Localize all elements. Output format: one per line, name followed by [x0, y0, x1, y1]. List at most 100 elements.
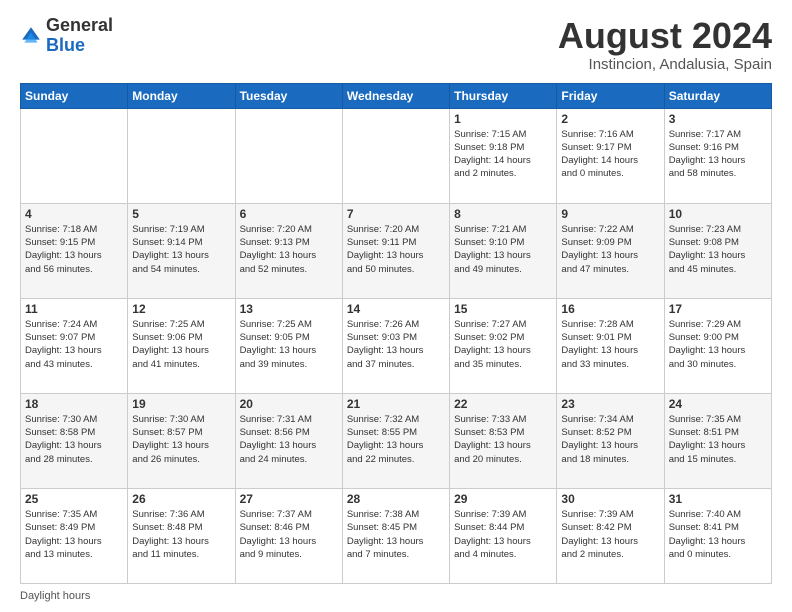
title-block: August 2024 Instincion, Andalusia, Spain [558, 16, 772, 73]
table-row [342, 108, 449, 203]
day-number: 5 [132, 207, 230, 221]
day-info: Sunrise: 7:38 AM Sunset: 8:45 PM Dayligh… [347, 508, 445, 561]
day-info: Sunrise: 7:26 AM Sunset: 9:03 PM Dayligh… [347, 318, 445, 371]
table-row: 20 Sunrise: 7:31 AM Sunset: 8:56 PM Dayli… [235, 393, 342, 488]
logo-general-text: General [46, 15, 113, 35]
day-info: Sunrise: 7:39 AM Sunset: 8:44 PM Dayligh… [454, 508, 552, 561]
day-number: 27 [240, 492, 338, 506]
col-thursday: Thursday [450, 83, 557, 108]
col-monday: Monday [128, 83, 235, 108]
table-row: 13Sunrise: 7:25 AM Sunset: 9:05 PM Dayli… [235, 298, 342, 393]
day-number: 21 [347, 397, 445, 411]
calendar-header-row: Sunday Monday Tuesday Wednesday Thursday… [21, 83, 772, 108]
day-info: Sunrise: 7:25 AM Sunset: 9:06 PM Dayligh… [132, 318, 230, 371]
calendar-table: Sunday Monday Tuesday Wednesday Thursday… [20, 83, 772, 584]
day-info: Sunrise: 7:20 AM Sunset: 9:11 PM Dayligh… [347, 223, 445, 276]
table-row: 28 Sunrise: 7:38 AM Sunset: 8:45 PM Dayli… [342, 488, 449, 583]
day-info: Sunrise: 7:31 AM Sunset: 8:56 PM Dayligh… [240, 413, 338, 466]
day-info: Sunrise: 7:20 AM Sunset: 9:13 PM Dayligh… [240, 223, 338, 276]
table-row: 24 Sunrise: 7:35 AM Sunset: 8:51 PM Dayli… [664, 393, 771, 488]
table-row: 23Sunrise: 7:34 AM Sunset: 8:52 PM Dayli… [557, 393, 664, 488]
footer: Daylight hours [20, 590, 772, 602]
table-row: 29Sunrise: 7:39 AM Sunset: 8:44 PM Dayli… [450, 488, 557, 583]
calendar-title: August 2024 [558, 16, 772, 56]
table-row: 27 Sunrise: 7:37 AM Sunset: 8:46 PM Dayli… [235, 488, 342, 583]
day-info: Sunrise: 7:19 AM Sunset: 9:14 PM Dayligh… [132, 223, 230, 276]
calendar-week-row: 4 Sunrise: 7:18 AM Sunset: 9:15 PM Daylig… [21, 203, 772, 298]
table-row: 26Sunrise: 7:36 AM Sunset: 8:48 PM Dayli… [128, 488, 235, 583]
day-number: 28 [347, 492, 445, 506]
day-info: Sunrise: 7:37 AM Sunset: 8:46 PM Dayligh… [240, 508, 338, 561]
day-number: 4 [25, 207, 123, 221]
day-number: 6 [240, 207, 338, 221]
calendar-week-row: 25Sunrise: 7:35 AM Sunset: 8:49 PM Dayli… [21, 488, 772, 583]
table-row: 11 Sunrise: 7:24 AM Sunset: 9:07 PM Dayli… [21, 298, 128, 393]
day-number: 20 [240, 397, 338, 411]
day-info: Sunrise: 7:27 AM Sunset: 9:02 PM Dayligh… [454, 318, 552, 371]
table-row: 3 Sunrise: 7:17 AM Sunset: 9:16 PM Daylig… [664, 108, 771, 203]
day-info: Sunrise: 7:17 AM Sunset: 9:16 PM Dayligh… [669, 128, 767, 181]
table-row: 6 Sunrise: 7:20 AM Sunset: 9:13 PM Daylig… [235, 203, 342, 298]
table-row: 16Sunrise: 7:28 AM Sunset: 9:01 PM Dayli… [557, 298, 664, 393]
day-info: Sunrise: 7:21 AM Sunset: 9:10 PM Dayligh… [454, 223, 552, 276]
table-row: 30 Sunrise: 7:39 AM Sunset: 8:42 PM Dayli… [557, 488, 664, 583]
col-tuesday: Tuesday [235, 83, 342, 108]
table-row: 9 Sunrise: 7:22 AM Sunset: 9:09 PM Daylig… [557, 203, 664, 298]
table-row: 7 Sunrise: 7:20 AM Sunset: 9:11 PM Daylig… [342, 203, 449, 298]
day-number: 2 [561, 112, 659, 126]
day-number: 26 [132, 492, 230, 506]
day-number: 19 [132, 397, 230, 411]
table-row: 1 Sunrise: 7:15 AM Sunset: 9:18 PM Daylig… [450, 108, 557, 203]
day-info: Sunrise: 7:15 AM Sunset: 9:18 PM Dayligh… [454, 128, 552, 181]
day-info: Sunrise: 7:39 AM Sunset: 8:42 PM Dayligh… [561, 508, 659, 561]
table-row: 19 Sunrise: 7:30 AM Sunset: 8:57 PM Dayli… [128, 393, 235, 488]
calendar-week-row: 1 Sunrise: 7:15 AM Sunset: 9:18 PM Daylig… [21, 108, 772, 203]
day-number: 15 [454, 302, 552, 316]
logo-blue-text: Blue [46, 35, 85, 55]
day-info: Sunrise: 7:33 AM Sunset: 8:53 PM Dayligh… [454, 413, 552, 466]
day-number: 1 [454, 112, 552, 126]
col-wednesday: Wednesday [342, 83, 449, 108]
table-row [21, 108, 128, 203]
day-number: 13 [240, 302, 338, 316]
day-number: 9 [561, 207, 659, 221]
day-info: Sunrise: 7:32 AM Sunset: 8:55 PM Dayligh… [347, 413, 445, 466]
day-number: 24 [669, 397, 767, 411]
day-number: 25 [25, 492, 123, 506]
day-number: 16 [561, 302, 659, 316]
daylight-hours-label: Daylight hours [20, 590, 90, 602]
day-number: 22 [454, 397, 552, 411]
logo-icon [20, 25, 42, 47]
day-info: Sunrise: 7:34 AM Sunset: 8:52 PM Dayligh… [561, 413, 659, 466]
day-info: Sunrise: 7:22 AM Sunset: 9:09 PM Dayligh… [561, 223, 659, 276]
table-row: 12 Sunrise: 7:25 AM Sunset: 9:06 PM Dayli… [128, 298, 235, 393]
day-number: 30 [561, 492, 659, 506]
day-info: Sunrise: 7:35 AM Sunset: 8:51 PM Dayligh… [669, 413, 767, 466]
day-info: Sunrise: 7:30 AM Sunset: 8:58 PM Dayligh… [25, 413, 123, 466]
calendar-week-row: 18 Sunrise: 7:30 AM Sunset: 8:58 PM Dayli… [21, 393, 772, 488]
logo: General Blue [20, 16, 113, 56]
day-number: 14 [347, 302, 445, 316]
day-info: Sunrise: 7:18 AM Sunset: 9:15 PM Dayligh… [25, 223, 123, 276]
calendar-week-row: 11 Sunrise: 7:24 AM Sunset: 9:07 PM Dayli… [21, 298, 772, 393]
page-header: General Blue August 2024 Instincion, And… [20, 16, 772, 73]
day-number: 12 [132, 302, 230, 316]
day-number: 7 [347, 207, 445, 221]
day-info: Sunrise: 7:24 AM Sunset: 9:07 PM Dayligh… [25, 318, 123, 371]
table-row: 2 Sunrise: 7:16 AM Sunset: 9:17 PM Daylig… [557, 108, 664, 203]
table-row: 18 Sunrise: 7:30 AM Sunset: 8:58 PM Dayli… [21, 393, 128, 488]
table-row: 14 Sunrise: 7:26 AM Sunset: 9:03 PM Dayli… [342, 298, 449, 393]
day-number: 8 [454, 207, 552, 221]
table-row: 5 Sunrise: 7:19 AM Sunset: 9:14 PM Daylig… [128, 203, 235, 298]
table-row: 22 Sunrise: 7:33 AM Sunset: 8:53 PM Dayli… [450, 393, 557, 488]
table-row: 31Sunrise: 7:40 AM Sunset: 8:41 PM Dayli… [664, 488, 771, 583]
day-info: Sunrise: 7:29 AM Sunset: 9:00 PM Dayligh… [669, 318, 767, 371]
table-row: 10Sunrise: 7:23 AM Sunset: 9:08 PM Dayli… [664, 203, 771, 298]
day-number: 10 [669, 207, 767, 221]
day-number: 3 [669, 112, 767, 126]
day-number: 18 [25, 397, 123, 411]
table-row: 25Sunrise: 7:35 AM Sunset: 8:49 PM Dayli… [21, 488, 128, 583]
day-info: Sunrise: 7:30 AM Sunset: 8:57 PM Dayligh… [132, 413, 230, 466]
day-info: Sunrise: 7:16 AM Sunset: 9:17 PM Dayligh… [561, 128, 659, 181]
day-number: 11 [25, 302, 123, 316]
